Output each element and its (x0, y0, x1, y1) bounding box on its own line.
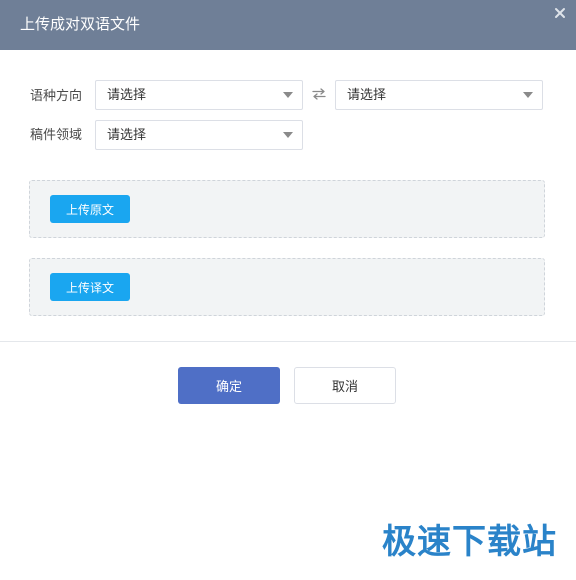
language-direction-label: 语种方向 (30, 89, 83, 104)
chevron-down-icon (283, 132, 293, 138)
translation-upload-dropzone[interactable]: 上传译文 (29, 258, 545, 316)
domain-select[interactable]: 请选择 (95, 120, 303, 150)
close-icon[interactable] (553, 6, 567, 20)
chevron-down-icon (283, 92, 293, 98)
footer-divider (0, 341, 576, 342)
cancel-button[interactable]: 取消 (294, 367, 396, 404)
upload-translation-button[interactable]: 上传译文 (50, 273, 130, 301)
domain-label: 稿件领域 (30, 128, 83, 143)
source-language-select[interactable]: 请选择 (95, 80, 303, 110)
domain-value: 请选择 (107, 128, 147, 143)
original-upload-dropzone[interactable]: 上传原文 (29, 180, 545, 238)
watermark-logo: 极速下载站 (382, 522, 557, 562)
upload-original-button[interactable]: 上传原文 (50, 195, 130, 223)
source-language-value: 请选择 (107, 88, 147, 103)
confirm-button[interactable]: 确定 (178, 367, 280, 404)
dialog-title: 上传成对双语文件 (20, 15, 141, 33)
swap-icon[interactable] (312, 87, 326, 101)
target-language-value: 请选择 (347, 88, 387, 103)
dialog-header: 上传成对双语文件 (0, 0, 576, 50)
chevron-down-icon (523, 92, 533, 98)
target-language-select[interactable]: 请选择 (335, 80, 543, 110)
